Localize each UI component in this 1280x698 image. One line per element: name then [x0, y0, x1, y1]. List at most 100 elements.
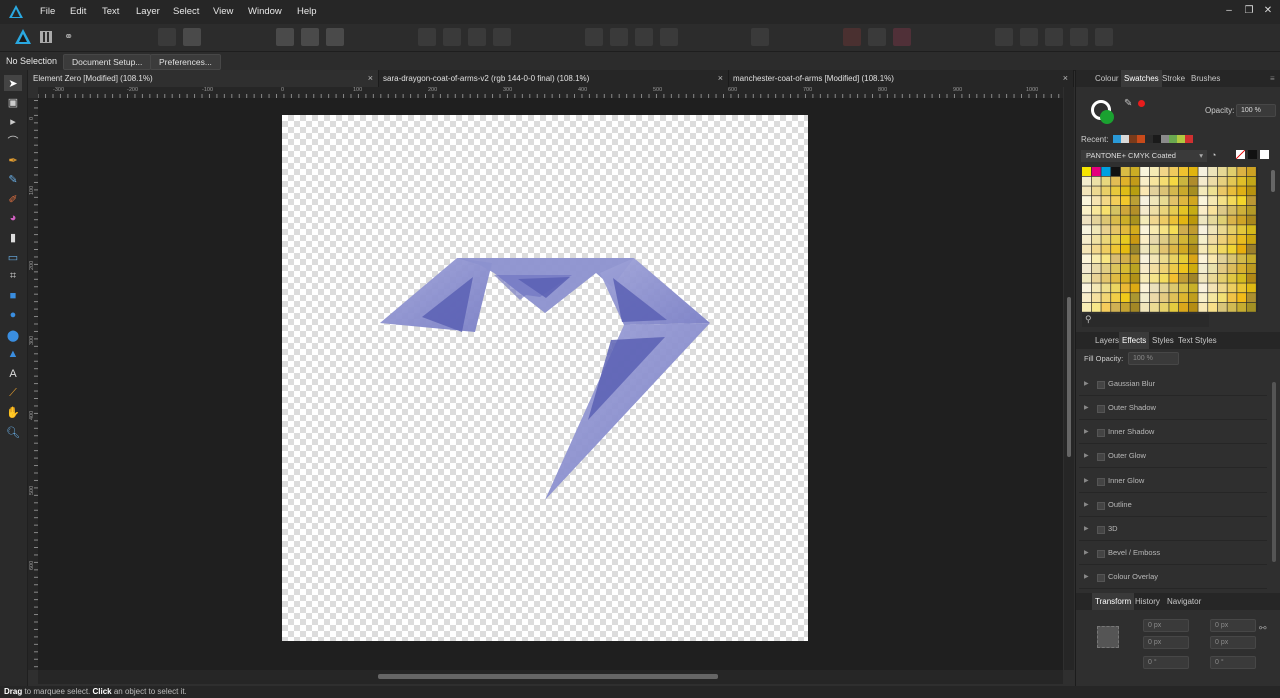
pantone-swatch[interactable]: [1082, 186, 1091, 196]
close-tab-icon[interactable]: ×: [1063, 70, 1068, 87]
effect-checkbox[interactable]: [1097, 405, 1105, 413]
pantone-swatch[interactable]: [1179, 254, 1188, 264]
toolbar-btn-1-icon[interactable]: [158, 28, 176, 46]
boolean-intersect-icon[interactable]: [1045, 28, 1063, 46]
pantone-swatch[interactable]: [1111, 264, 1121, 273]
transform-y-field[interactable]: 0 px: [1143, 636, 1189, 649]
pantone-swatch[interactable]: [1208, 225, 1218, 235]
ellipse-tool-icon[interactable]: ●: [4, 307, 22, 323]
pantone-swatch[interactable]: [1130, 293, 1140, 303]
pantone-swatch[interactable]: [1169, 254, 1179, 264]
pantone-swatch[interactable]: [1140, 254, 1150, 264]
pantone-swatch[interactable]: [1208, 176, 1218, 186]
pantone-swatch[interactable]: [1140, 167, 1150, 176]
rotation-field[interactable]: 0 °: [1143, 656, 1189, 669]
pantone-swatch[interactable]: [1169, 215, 1179, 225]
pantone-swatch[interactable]: [1082, 167, 1091, 176]
pantone-swatch[interactable]: [1188, 215, 1198, 225]
pantone-swatch[interactable]: [1179, 186, 1188, 196]
pantone-swatch[interactable]: [1169, 302, 1179, 312]
expand-icon[interactable]: ▶: [1084, 397, 1089, 419]
pantone-swatch[interactable]: [1111, 215, 1121, 225]
pantone-swatch[interactable]: [1159, 283, 1169, 293]
pantone-swatch[interactable]: [1217, 264, 1227, 273]
pantone-swatch[interactable]: [1227, 176, 1237, 186]
effect-checkbox[interactable]: [1097, 381, 1105, 389]
tab-history[interactable]: History: [1132, 593, 1163, 610]
pantone-swatch[interactable]: [1188, 254, 1198, 264]
pantone-swatch[interactable]: [1179, 234, 1188, 244]
pantone-swatch[interactable]: [1159, 225, 1169, 235]
toolbar-btn-14-icon[interactable]: [751, 28, 769, 46]
pantone-swatch[interactable]: [1246, 254, 1256, 264]
menu-select[interactable]: Select: [173, 0, 199, 24]
pantone-swatch[interactable]: [1217, 205, 1227, 215]
artboard-tool-icon[interactable]: ▣: [4, 94, 22, 110]
fill-tool-icon[interactable]: ◕: [4, 210, 22, 226]
pantone-swatch[interactable]: [1227, 283, 1237, 293]
toolbar-btn-7-icon[interactable]: [443, 28, 461, 46]
move-tool-icon[interactable]: ➤: [4, 75, 22, 91]
pantone-swatch[interactable]: [1198, 302, 1208, 312]
restore-icon[interactable]: ❐: [1241, 3, 1257, 19]
pantone-swatch[interactable]: [1198, 196, 1208, 206]
pantone-swatch[interactable]: [1149, 283, 1159, 293]
pantone-swatch[interactable]: [1140, 302, 1150, 312]
pantone-swatch[interactable]: [1091, 283, 1101, 293]
pantone-swatch[interactable]: [1130, 244, 1140, 254]
pantone-swatch[interactable]: [1149, 273, 1159, 283]
pantone-swatch[interactable]: [1188, 186, 1198, 196]
pantone-swatch[interactable]: [1169, 225, 1179, 235]
pantone-swatch[interactable]: [1101, 273, 1111, 283]
pantone-swatch[interactable]: [1179, 244, 1188, 254]
pantone-swatch[interactable]: [1179, 225, 1188, 235]
expand-icon[interactable]: ▶: [1084, 518, 1089, 540]
pantone-swatch[interactable]: [1120, 273, 1130, 283]
effect-3d[interactable]: ▶ 3D: [1079, 518, 1267, 541]
recent-swatch[interactable]: [1169, 135, 1177, 143]
pantone-swatch[interactable]: [1111, 234, 1121, 244]
toolbar-btn-8-icon[interactable]: [468, 28, 486, 46]
recent-swatch[interactable]: [1137, 135, 1145, 143]
pantone-swatch[interactable]: [1140, 186, 1150, 196]
vertical-scrollbar[interactable]: [1064, 87, 1074, 670]
text-tool-icon[interactable]: A: [4, 366, 22, 382]
pantone-swatch[interactable]: [1237, 205, 1247, 215]
rotate-right-icon[interactable]: [660, 28, 678, 46]
pantone-swatch[interactable]: [1159, 254, 1169, 264]
pantone-swatch[interactable]: [1246, 196, 1256, 206]
pantone-swatch[interactable]: [1111, 186, 1121, 196]
pantone-swatch[interactable]: [1179, 302, 1188, 312]
pantone-swatch[interactable]: [1120, 264, 1130, 273]
transform-h-field[interactable]: 0 px: [1210, 636, 1256, 649]
pantone-swatch[interactable]: [1111, 302, 1121, 312]
pantone-swatch[interactable]: [1120, 283, 1130, 293]
pantone-swatch[interactable]: [1169, 264, 1179, 273]
recent-swatch[interactable]: [1153, 135, 1161, 143]
pantone-swatch[interactable]: [1111, 254, 1121, 264]
toolbar-btn-2-icon[interactable]: [183, 28, 201, 46]
pantone-swatch[interactable]: [1091, 273, 1101, 283]
expand-icon[interactable]: ▶: [1084, 494, 1089, 516]
white-swatch[interactable]: [1260, 150, 1269, 159]
pantone-swatch[interactable]: [1091, 215, 1101, 225]
pantone-swatch[interactable]: [1159, 205, 1169, 215]
pantone-swatch[interactable]: [1188, 167, 1198, 176]
pantone-swatch[interactable]: [1101, 215, 1111, 225]
pantone-swatch[interactable]: [1091, 196, 1101, 206]
transparency-tool-icon[interactable]: ▮: [4, 229, 22, 245]
element-zero-artwork[interactable]: [282, 115, 808, 641]
pantone-swatch[interactable]: [1130, 196, 1140, 206]
pantone-swatch[interactable]: [1169, 167, 1179, 176]
fill-opacity-field[interactable]: 100 %: [1128, 352, 1179, 365]
recent-swatch[interactable]: [1161, 135, 1169, 143]
pantone-swatch[interactable]: [1101, 264, 1111, 273]
pantone-swatch[interactable]: [1120, 176, 1130, 186]
pantone-swatch[interactable]: [1149, 302, 1159, 312]
pantone-swatch[interactable]: [1101, 254, 1111, 264]
pantone-swatch[interactable]: [1159, 167, 1169, 176]
pantone-swatch[interactable]: [1169, 273, 1179, 283]
pantone-swatch[interactable]: [1091, 205, 1101, 215]
pantone-swatch[interactable]: [1149, 254, 1159, 264]
pantone-swatch[interactable]: [1159, 293, 1169, 303]
